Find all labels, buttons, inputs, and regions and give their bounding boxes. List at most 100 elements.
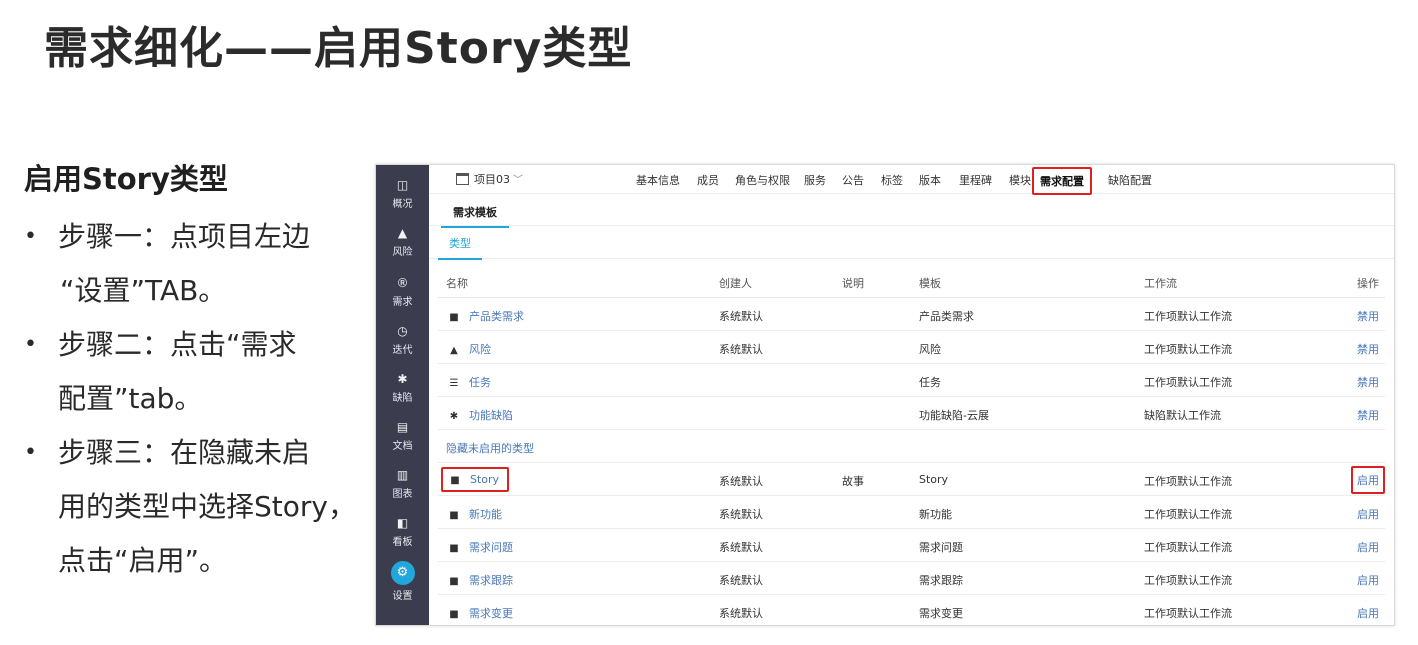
- disable-button[interactable]: 禁用: [1357, 407, 1379, 423]
- workflow-cell: 工作项默认工作流: [1144, 475, 1232, 488]
- section-subheading: 启用Story类型: [24, 162, 228, 196]
- task-icon: ☰: [449, 378, 459, 389]
- nav-tab-6[interactable]: 版本: [919, 172, 941, 188]
- table-row: ■ 需求变更 系统默认 需求变更 工作项默认工作流 启用: [438, 595, 1385, 625]
- column-header: 名称: [446, 277, 468, 290]
- nav-tab-10[interactable]: 缺陷配置: [1108, 172, 1152, 188]
- nav-tab-0[interactable]: 基本信息: [636, 172, 680, 188]
- slide-title: 需求细化——启用Story类型: [44, 23, 633, 74]
- description-cell: 故事: [842, 475, 864, 488]
- sidebar-item-1[interactable]: ▲ 风险: [376, 225, 429, 258]
- type-tab-bar: 类型: [429, 226, 1394, 260]
- nav-tab-2[interactable]: 角色与权限: [735, 172, 790, 188]
- nav-tab-9[interactable]: 需求配置: [1032, 167, 1092, 195]
- bug-icon: ✱: [449, 411, 459, 422]
- type-name-link[interactable]: ■ 产品类需求: [448, 308, 524, 324]
- disable-button[interactable]: 禁用: [1357, 374, 1379, 390]
- type-name-link[interactable]: ■ 需求跟踪: [448, 572, 513, 588]
- template-cell: 需求变更: [919, 607, 963, 620]
- sidebar-item-label: 缺陷: [392, 393, 413, 404]
- sidebar-item-2[interactable]: ® 需求: [376, 275, 429, 308]
- template-cell: 需求跟踪: [919, 574, 963, 587]
- sidebar-item-label: 概况: [392, 199, 413, 210]
- type-name-link[interactable]: ■ 需求问题: [448, 539, 513, 555]
- sidebar-item-label: 图表: [392, 489, 413, 500]
- nav-tab-1[interactable]: 成员: [697, 172, 719, 188]
- sidebar-item-0[interactable]: ◫ 概况: [376, 177, 429, 210]
- column-header: 说明: [842, 277, 864, 290]
- enable-button[interactable]: 启用: [1351, 466, 1385, 494]
- enable-button[interactable]: 启用: [1357, 539, 1379, 555]
- project-selector[interactable]: 项目03 ﹀: [456, 171, 523, 187]
- tab-type[interactable]: 类型: [438, 235, 482, 260]
- project-icon: [456, 173, 469, 185]
- table-row: ☰ 任务 任务 工作项默认工作流 禁用: [438, 364, 1385, 397]
- sidebar-item-3[interactable]: ◷ 迭代: [376, 323, 429, 356]
- enable-button[interactable]: 启用: [1357, 506, 1379, 522]
- nav-tab-3[interactable]: 服务: [804, 172, 826, 188]
- sidebar-item-5[interactable]: ▤ 文档: [376, 419, 429, 452]
- warning-icon: ▲: [397, 226, 408, 240]
- chart-icon: ▥: [396, 468, 409, 482]
- table-row: ■ 需求跟踪 系统默认 需求跟踪 工作项默认工作流 启用: [438, 562, 1385, 595]
- workflow-cell: 工作项默认工作流: [1144, 508, 1232, 521]
- template-cell: 功能缺陷-云展: [919, 409, 989, 422]
- step-text: 点击“启用”。: [58, 544, 228, 577]
- template-cell: 新功能: [919, 508, 952, 521]
- warning-icon: ▲: [450, 345, 458, 356]
- hidden-types-label[interactable]: 隐藏未启用的类型: [446, 440, 534, 456]
- type-name-link[interactable]: ✱ 功能缺陷: [448, 407, 513, 423]
- creator-cell: 系统默认: [719, 343, 763, 356]
- table-row: ■ 需求问题 系统默认 需求问题 工作项默认工作流 启用: [438, 529, 1385, 562]
- sidebar-item-label: 迭代: [392, 345, 413, 356]
- nav-tab-8[interactable]: 模块: [1009, 172, 1031, 188]
- sidebar-item-label: 看板: [392, 537, 413, 548]
- table-row: ■ 产品类需求 系统默认 产品类需求 工作项默认工作流 禁用: [438, 298, 1385, 331]
- type-name-link[interactable]: ■ 新功能: [448, 506, 502, 522]
- type-name-link[interactable]: ▲ 风险: [448, 341, 491, 357]
- creator-cell: 系统默认: [719, 475, 763, 488]
- nav-tab-4[interactable]: 公告: [842, 172, 864, 188]
- enable-button[interactable]: 启用: [1357, 572, 1379, 588]
- disable-button[interactable]: 禁用: [1357, 308, 1379, 324]
- sidebar-item-label: 需求: [392, 297, 413, 308]
- creator-cell: 系统默认: [719, 508, 763, 521]
- template-cell: 需求问题: [919, 541, 963, 554]
- sidebar-item-7[interactable]: ◧ 看板: [376, 515, 429, 548]
- bookmark-icon: ■: [449, 510, 459, 521]
- step-item: • 步骤三：在隐藏未启 用的类型中选择Story， 点击“启用”。: [22, 426, 362, 588]
- type-name-link[interactable]: ■ Story: [441, 467, 510, 492]
- table-row: ■ 新功能 系统默认 新功能 工作项默认工作流 启用: [438, 496, 1385, 529]
- requirement-icon: ®: [396, 276, 409, 290]
- bookmark-icon: ■: [449, 312, 459, 323]
- type-name-link[interactable]: ☰ 任务: [448, 374, 491, 390]
- creator-cell: 系统默认: [719, 607, 763, 620]
- table-row: ■ Story 系统默认 故事 Story 工作项默认工作流 启用: [438, 463, 1385, 496]
- workflow-cell: 工作项默认工作流: [1144, 376, 1232, 389]
- creator-cell: 系统默认: [719, 310, 763, 323]
- workflow-cell: 缺陷默认工作流: [1144, 409, 1221, 422]
- settings-icon: ⚙: [390, 561, 415, 585]
- sidebar-item-label: 风险: [392, 247, 413, 258]
- sidebar-item-8[interactable]: ⚙ 设置: [376, 561, 429, 602]
- column-header: 操作: [1357, 277, 1379, 290]
- column-header: 创建人: [719, 277, 752, 290]
- bookmark-icon: ■: [449, 543, 459, 554]
- nav-tab-5[interactable]: 标签: [881, 172, 903, 188]
- sidebar-item-4[interactable]: ✱ 缺陷: [376, 371, 429, 404]
- document-icon: ▤: [396, 420, 409, 434]
- disable-button[interactable]: 禁用: [1357, 341, 1379, 357]
- bug-icon: ✱: [397, 372, 408, 386]
- type-name: 功能缺陷: [469, 409, 513, 422]
- nav-tab-7[interactable]: 里程碑: [959, 172, 992, 188]
- type-name: 新功能: [469, 508, 502, 521]
- hidden-types-section: 隐藏未启用的类型: [438, 430, 1385, 463]
- type-name-link[interactable]: ■ 需求变更: [448, 605, 513, 621]
- creator-cell: 系统默认: [719, 574, 763, 587]
- tab-requirement-template[interactable]: 需求模板: [441, 204, 509, 228]
- sidebar: ◫ 概况 ▲ 风险 ® 需求 ◷ 迭代 ✱ 缺陷 ▤ 文档 ▥ 图表 ◧ 看板 ⚙ 设置: [376, 165, 429, 625]
- top-nav: 项目03 ﹀ 基本信息 成员 角色与权限 服务 公告 标签 版本 里程碑 模块 需求配置 缺陷配置: [429, 165, 1394, 195]
- sidebar-item-6[interactable]: ▥ 图表: [376, 467, 429, 500]
- enable-button[interactable]: 启用: [1357, 605, 1379, 621]
- step-text: 步骤一：点项目左边: [58, 220, 311, 253]
